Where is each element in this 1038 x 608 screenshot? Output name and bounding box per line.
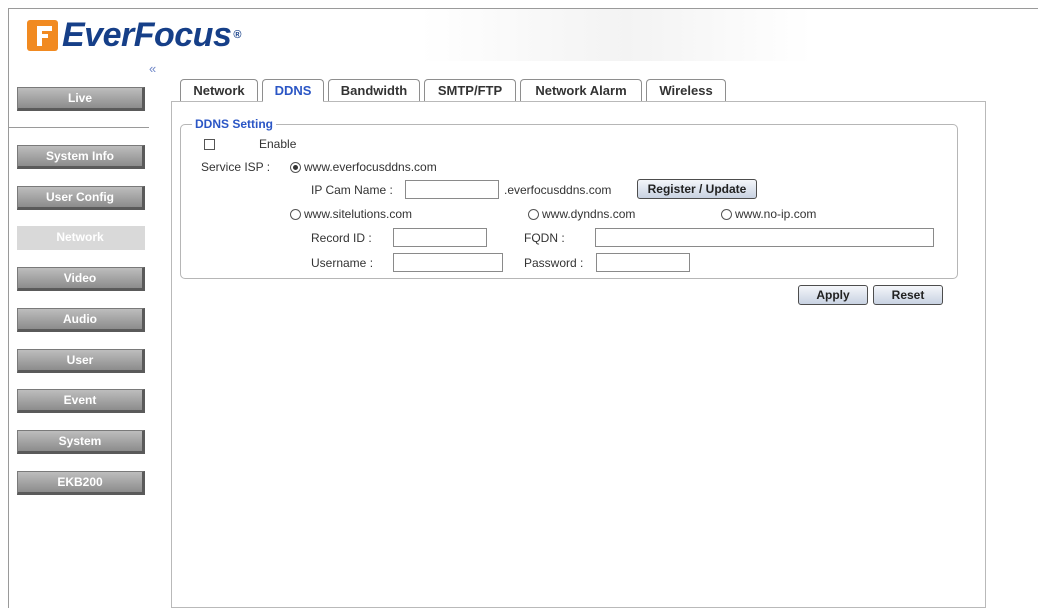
enable-checkbox[interactable] bbox=[204, 139, 215, 150]
nav-audio-button[interactable]: Audio bbox=[17, 308, 145, 332]
reset-button[interactable]: Reset bbox=[873, 285, 943, 305]
tab-smtp-ftp[interactable]: SMTP/FTP bbox=[424, 79, 516, 101]
everfocus-radio[interactable] bbox=[290, 162, 301, 173]
tab-network-alarm[interactable]: Network Alarm bbox=[520, 79, 642, 101]
record-id-label: Record ID : bbox=[311, 231, 372, 245]
sidebar-divider bbox=[9, 127, 149, 128]
username-input[interactable] bbox=[393, 253, 503, 272]
logo-f-icon bbox=[27, 20, 58, 51]
apply-button[interactable]: Apply bbox=[798, 285, 868, 305]
fqdn-input[interactable] bbox=[595, 228, 934, 247]
collapse-sidebar-icon[interactable]: « bbox=[149, 62, 156, 75]
logo-text-ever: Ever bbox=[62, 16, 134, 54]
tab-bandwidth[interactable]: Bandwidth bbox=[328, 79, 420, 101]
fqdn-label: FQDN : bbox=[524, 231, 565, 245]
ddns-setting-legend: DDNS Setting bbox=[192, 117, 276, 131]
sitelutions-radio[interactable] bbox=[290, 209, 301, 220]
ip-cam-name-label: IP Cam Name : bbox=[311, 183, 393, 197]
everfocus-logo: EverFocus ® bbox=[27, 18, 241, 52]
nav-system-info-button[interactable]: System Info bbox=[17, 145, 145, 169]
noip-option-label: www.no-ip.com bbox=[735, 207, 817, 221]
enable-label: Enable bbox=[259, 137, 297, 151]
dyndns-radio[interactable] bbox=[528, 209, 539, 220]
service-isp-label: Service ISP : bbox=[201, 160, 271, 174]
tab-network[interactable]: Network bbox=[180, 79, 258, 101]
tab-wireless[interactable]: Wireless bbox=[646, 79, 726, 101]
everfocus-option-label: www.everfocusddns.com bbox=[304, 160, 437, 174]
nav-ekb200-button[interactable]: EKB200 bbox=[17, 471, 145, 495]
logo-text-focus: Focus bbox=[133, 16, 232, 54]
dyndns-option-label: www.dyndns.com bbox=[542, 207, 636, 221]
nav-live-button[interactable]: Live bbox=[17, 87, 145, 111]
record-id-input[interactable] bbox=[393, 228, 487, 247]
nav-video-button[interactable]: Video bbox=[17, 267, 145, 291]
domain-suffix-label: .everfocusddns.com bbox=[504, 183, 612, 197]
nav-system-button[interactable]: System bbox=[17, 430, 145, 454]
sitelutions-option-label: www.sitelutions.com bbox=[304, 207, 413, 221]
password-input[interactable] bbox=[596, 253, 690, 272]
username-label: Username : bbox=[311, 256, 374, 270]
nav-network-button[interactable]: Network bbox=[17, 226, 145, 250]
nav-user-button[interactable]: User bbox=[17, 349, 145, 373]
registered-mark: ® bbox=[233, 29, 241, 41]
tab-ddns[interactable]: DDNS bbox=[262, 79, 324, 102]
nav-user-config-button[interactable]: User Config bbox=[17, 186, 145, 210]
register-update-button[interactable]: Register / Update bbox=[637, 179, 757, 199]
nav-event-button[interactable]: Event bbox=[17, 389, 145, 413]
password-label: Password : bbox=[524, 256, 584, 270]
ip-cam-name-input[interactable] bbox=[405, 180, 499, 199]
logo-wordmark: EverFocus ® bbox=[62, 18, 241, 52]
noip-radio[interactable] bbox=[721, 209, 732, 220]
